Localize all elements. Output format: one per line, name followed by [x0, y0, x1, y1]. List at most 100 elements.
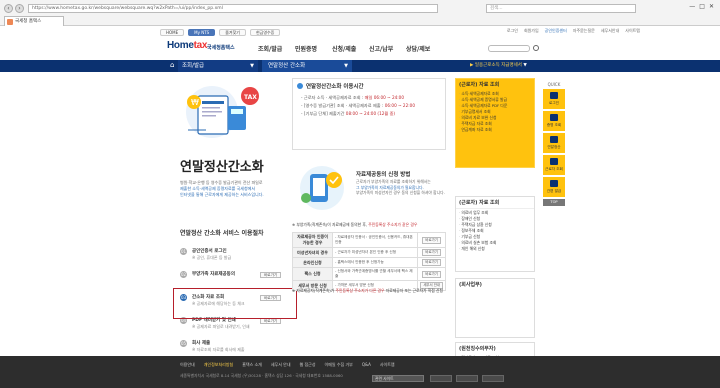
forward-icon[interactable]: ›: [15, 4, 24, 13]
breadcrumb-bar: ⌂ 조회/발급 ▼ 연말정산 간소화 ▼ ▶ 일용근로소득 지급명세서 ▼: [0, 60, 720, 72]
row-header: 팩스 신청: [292, 267, 333, 281]
go-button[interactable]: 바로가기: [422, 259, 441, 266]
quick-item-icon: [550, 158, 558, 165]
process-step: 04 PDF 내려받기 및 인쇄 ※ 공제자료 파일로 내려받기, 인쇄 바로가기: [180, 317, 290, 337]
svg-text:TAX: TAX: [244, 94, 257, 101]
browser-search-input[interactable]: 검색...: [486, 4, 636, 13]
step-title: 회사 제출: [192, 341, 211, 346]
footer-link[interactable]: 이메일 수집 거부: [325, 362, 353, 368]
gnb-menu-item[interactable]: 신고/납부: [369, 44, 406, 53]
shortcut-link[interactable]: 연금계좌 자료 조회: [459, 127, 531, 133]
page-description: 병원·학교·은행 등 영수증 발급기관이 전산 파일로 제출한 소득·세액공제 …: [180, 180, 264, 197]
row-action: 바로가기: [417, 232, 446, 248]
step-number: 01: [180, 248, 187, 255]
minimize-icon[interactable]: —: [689, 3, 695, 10]
row-action: 바로가기: [417, 247, 446, 258]
row-body: - 자료제공자 인증서 : 공인인증서, 신용카드, 휴대폰 인증: [331, 232, 419, 248]
quick-items: 로그인 증명 조회연말정산근로자 조회간편 발급: [543, 89, 565, 197]
address-bar[interactable]: https://www.hometax.go.kr/websquare/webs…: [28, 4, 438, 13]
hours-label: - [영수증 발급기관] 조회 · 세액공제자료 제출 :: [301, 103, 384, 108]
hours-title: 연말정산간소화 이용시간: [306, 84, 364, 90]
home-icon[interactable]: ⌂: [170, 61, 178, 70]
quick-item[interactable]: 근로자 조회: [543, 155, 565, 175]
quick-item[interactable]: 간편 발급: [543, 177, 565, 197]
breadcrumb-level1[interactable]: 조회/발급 ▼: [178, 60, 258, 72]
go-button[interactable]: 바로가기: [422, 236, 441, 244]
step-number: 05: [180, 340, 187, 347]
shortcut-link[interactable]: 개인 해외 신청: [459, 246, 531, 252]
footer-link[interactable]: 이용안내: [180, 362, 195, 368]
breadcrumb-level2[interactable]: 연말정산 간소화 ▼: [262, 60, 352, 72]
quick-item-label: 연말정산: [547, 145, 561, 149]
gnb-menu-item[interactable]: 조회/발급: [258, 44, 295, 53]
gnb-menu-item[interactable]: 신청/제출: [332, 44, 369, 53]
notice-different-address: ※ 자료제공자(직계존속)가 주민등록상 주소지가 다른 경우 자료제공자 또는…: [292, 288, 443, 293]
main-nav: 조회/발급 민원증명 신청/제출 신고/납부 상담/제보: [258, 44, 443, 53]
close-icon[interactable]: ✕: [709, 3, 714, 10]
top-link[interactable]: 회원가입: [524, 28, 539, 34]
window-controls: — □ ✕: [689, 3, 714, 10]
go-button[interactable]: 바로가기: [260, 272, 282, 278]
quick-item[interactable]: 연말정산: [543, 133, 565, 153]
related-sites-select[interactable]: 관련 사이트: [372, 375, 424, 382]
top-link[interactable]: 자주묻는질문: [573, 28, 595, 34]
footer-link[interactable]: 세무서 안내: [271, 362, 291, 368]
site-search-input[interactable]: [488, 45, 530, 52]
row-body: - 신청서와 가족관계증명서를 관할 세무서에 팩스 제출: [331, 267, 419, 281]
quick-item[interactable]: 로그인: [543, 89, 565, 109]
maximize-icon[interactable]: □: [699, 3, 705, 10]
go-button[interactable]: 바로가기: [422, 270, 441, 278]
top-button[interactable]: TOP: [543, 199, 565, 206]
step-number: 02: [180, 271, 187, 278]
favicon-icon: [7, 19, 13, 25]
box-title: (원천징수의무자): [456, 343, 534, 354]
footer-link[interactable]: 웹 접근성: [300, 362, 316, 368]
top-tab[interactable]: HOME: [160, 29, 185, 36]
top-tab[interactable]: 즐겨찾기: [219, 29, 246, 36]
search-icon[interactable]: [533, 45, 539, 51]
top-tab[interactable]: My NTS: [188, 29, 216, 36]
quick-item-icon: [550, 114, 558, 121]
shortcut-link[interactable]: ▶ 일용근로소득 지급명세서 ▼: [470, 60, 527, 72]
gnb-menu-item[interactable]: 민원증명: [295, 44, 332, 53]
footer: 이용안내 개인정보처리방침 홈택스 소개 세무서 안내 웹 접근성 이메일 수집 거부 Q&…: [0, 356, 720, 388]
top-link[interactable]: 공인인증센터: [545, 28, 567, 34]
box-title: (근로자) 자료 조회: [456, 197, 534, 209]
gnb-menu-item[interactable]: 상담/제보: [406, 44, 443, 53]
browser-tab[interactable]: 국세청 홈택스: [4, 16, 64, 26]
go-button[interactable]: 바로가기: [422, 249, 441, 256]
employee-data-box: (근로자) 자료 조회 소득·세액공제자료 조회소득·세액공제 증명서류 발급소…: [455, 78, 535, 168]
step-desc: ※ 자료조회 자료를 회사에 제출: [192, 347, 245, 352]
hometax-logo[interactable]: Hometax 국세청홈택스: [167, 38, 259, 56]
footer-link[interactable]: 사이트맵: [380, 362, 395, 368]
row-body: - 근로자가 미성년자녀 본인 인증 후 신청: [331, 247, 419, 258]
hours-line: - [영수증 발급기관] 조회 · 세액공제자료 제출 : 06:00 ~ 22…: [301, 103, 415, 109]
box-title: (회사업무): [456, 279, 534, 290]
top-tab[interactable]: 현금영수증: [249, 29, 281, 36]
table-row: 자료제공자 인증이 가능한 경우 - 자료제공자 인증서 : 공인인증서, 신용카…: [292, 232, 446, 248]
quick-item-label: 근로자 조회: [545, 167, 563, 171]
chevron-down-icon: ▼: [344, 63, 348, 69]
consent-title: 자료제공동의 신청 방법: [356, 172, 411, 178]
step-desc: ※ 공인, 휴대폰 등 발급: [192, 255, 232, 260]
quick-item[interactable]: 증명 조회: [543, 111, 565, 131]
top-link[interactable]: 사이트맵: [625, 28, 640, 34]
process-title: 연말정산 간소화 서비스 이용절차: [180, 230, 264, 237]
footer-link[interactable]: 홈택스 소개: [242, 362, 262, 368]
box-list: 의료비 업무 조회장애인 신청주택자금 상환 신청정보주체 조회기부금 신청의료…: [456, 209, 534, 253]
cert-logo-icon: [482, 375, 504, 382]
step-desc: ※ 공제자료 파일로 내려받기, 인쇄: [192, 324, 250, 329]
hours-box: 연말정산간소화 이용시간 - 근로자 소득 · 세액공제자료 조회 : 매일 0…: [292, 78, 446, 150]
cert-logo-icon: [430, 375, 452, 382]
table-row: 미성년자녀의 경우 - 근로자가 미성년자녀 본인 인증 후 신청 바로가기: [292, 247, 446, 258]
row-header: 온라인신청: [292, 257, 333, 268]
back-icon[interactable]: ‹: [4, 4, 13, 13]
row-header: 자료제공자 인증이 가능한 경우: [292, 232, 333, 248]
top-link[interactable]: 로그인: [507, 28, 518, 34]
footer-address: 세종특별자치시 국세청로 8-14 국세청 (우)30128 · 홈택스 상담 …: [180, 373, 343, 378]
footer-link[interactable]: Q&A: [362, 362, 371, 368]
top-link[interactable]: 세무서안내: [601, 28, 619, 34]
highlight-annotation: [173, 288, 297, 319]
company-box: (회사업무): [455, 278, 535, 338]
footer-link[interactable]: 개인정보처리방침: [204, 362, 233, 368]
